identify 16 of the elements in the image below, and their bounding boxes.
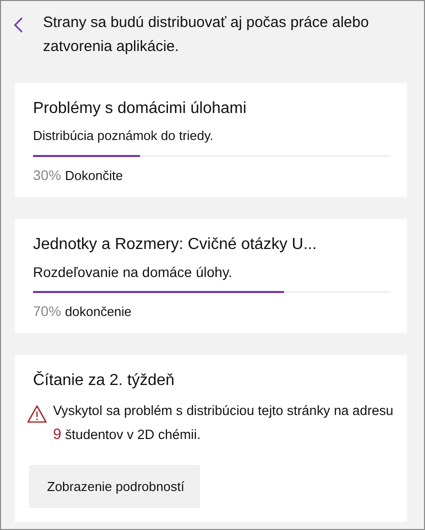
card-background[interactable]: Problémy s domácimi úlohami Distribúcia poznámok do triedy. 30% Dokončite: [15, 83, 407, 197]
assignment-status: Rozdeľovanie na domáce úlohy.: [33, 263, 234, 281]
progress-label: Dokončite: [65, 168, 123, 183]
details-button[interactable]: Zobrazenie podrobností: [29, 465, 200, 508]
info-message: Strany sa budú distribuovať aj počas práce alebo zatvorenia aplikácie.: [43, 13, 370, 57]
progress-percent: 70%: [33, 303, 62, 319]
assignment-title: Jednotky a Rozmery: Cvičné otázky U...: [33, 235, 318, 255]
assignment-status: Distribúcia poznámok do triedy.: [33, 127, 214, 145]
progress-percent: 30%: [33, 167, 62, 183]
error-message: Vyskytol sa problém s distribúciou tejto stránky na adresu 9 študentov v 2D chémii.: [53, 402, 394, 445]
back-icon[interactable]: [13, 16, 25, 34]
assignment-title: Čítanie za 2. týždeň: [33, 371, 176, 391]
warning-icon: [27, 405, 47, 423]
progress-label: dokončenie: [65, 304, 132, 319]
assignment-title: Problémy s domácimi úlohami: [33, 99, 248, 119]
card-background[interactable]: Jednotky a Rozmery: Cvičné otázky U... Rozdeľovanie na domáce úlohy. 70% dokončenie: [15, 219, 407, 333]
